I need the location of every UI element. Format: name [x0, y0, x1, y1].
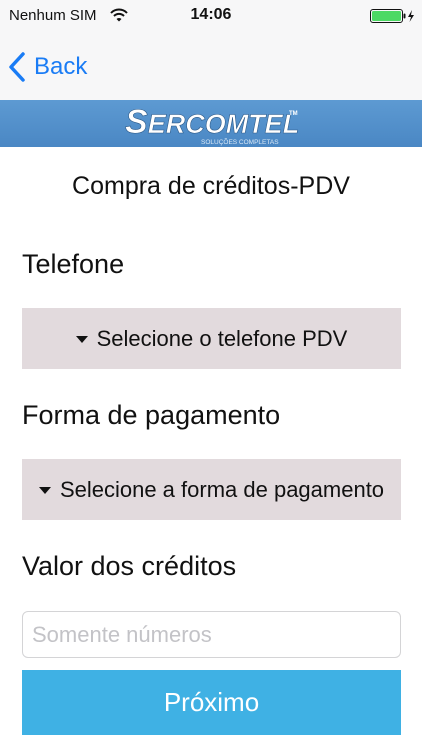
- caret-down-icon: [38, 487, 51, 494]
- value-input[interactable]: [22, 611, 401, 658]
- value-label: Valor dos créditos: [22, 551, 237, 581]
- back-button[interactable]: Back: [8, 49, 87, 85]
- logo-trademark: TM: [289, 111, 298, 117]
- navigation-bar: Back: [0, 34, 422, 100]
- logo-text: SERCOMTEL: [125, 103, 299, 141]
- payment-select[interactable]: Selecione a forma de pagamento: [22, 459, 401, 520]
- battery-charging-icon: [370, 9, 414, 23]
- logo-tagline: SOLUÇÕES COMPLETAS: [201, 137, 279, 146]
- payment-label: Forma de pagamento: [22, 400, 281, 430]
- status-time: 14:06: [190, 6, 232, 23]
- page-title: Compra de créditos-PDV: [72, 172, 350, 200]
- status-bar: Nenhum SIM 14:06: [0, 0, 422, 34]
- next-button[interactable]: Próximo: [22, 670, 401, 735]
- payment-select-text: Selecione a forma de pagamento: [59, 476, 385, 502]
- caret-down-icon: [75, 336, 88, 343]
- logo-rest: ERCOMTEL: [148, 109, 300, 139]
- sercomtel-logo: SERCOMTEL TM SOLUÇÕES COMPLETAS: [125, 103, 300, 146]
- phone-label: Telefone: [22, 249, 125, 279]
- back-label: Back: [34, 53, 88, 80]
- logo-initial: S: [125, 103, 148, 141]
- brand-banner: SERCOMTEL TM SOLUÇÕES COMPLETAS: [0, 100, 422, 147]
- chevron-left-icon: [9, 52, 25, 82]
- phone-select-text: Selecione o telefone PDV: [96, 325, 348, 351]
- phone-select[interactable]: Selecione o telefone PDV: [22, 308, 401, 369]
- screen: Nenhum SIM 14:06 Back SERCOMTEL TM SOLUÇ…: [0, 0, 422, 750]
